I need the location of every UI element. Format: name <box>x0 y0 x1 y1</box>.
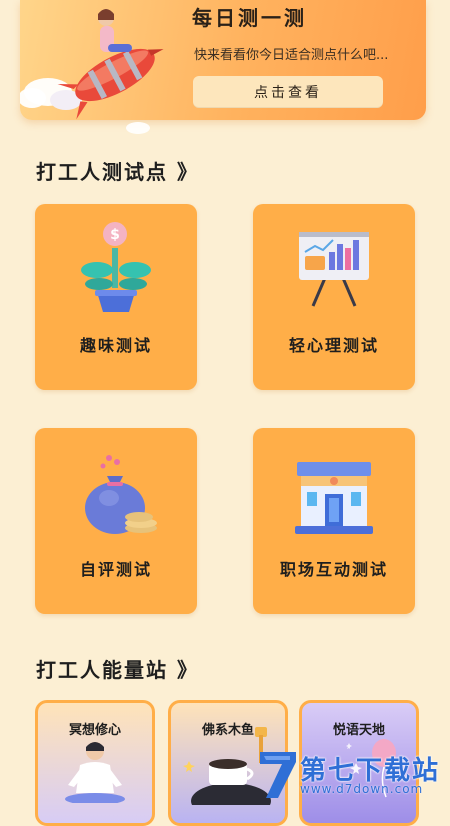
card-label: 自评测试 <box>79 560 152 579</box>
card-self-test[interactable]: 自评测试 <box>35 428 197 614</box>
money-bag-icon <box>85 455 157 534</box>
banner-subtitle: 快来看看你今日适合测点什么吧... <box>194 48 389 63</box>
chart-board-icon <box>299 232 369 307</box>
site-watermark: 第七下载站 www.d7down.com <box>256 748 450 800</box>
section-title-tests: 打工人测试点 》 <box>36 160 199 184</box>
meditation-icon <box>65 742 125 803</box>
rocket-girl-icon <box>20 9 164 134</box>
card-psych-test[interactable]: 轻心理测试 <box>253 204 415 390</box>
card-fun-test[interactable]: $ 趣味测试 <box>35 204 197 390</box>
office-building-icon <box>295 462 373 534</box>
money-plant-icon: $ <box>81 222 151 312</box>
card-label: 职场互动测试 <box>279 560 388 579</box>
card-label: 趣味测试 <box>79 336 152 355</box>
energy-card-label: 冥想修心 <box>68 723 121 738</box>
svg-text:$: $ <box>110 227 120 243</box>
energy-card-label: 悦语天地 <box>332 723 385 738</box>
daily-test-banner[interactable]: 每日测一测 快来看看你今日适合测点什么吧... 点击查看 <box>20 0 426 134</box>
energy-card-meditation[interactable]: 冥想修心 <box>35 700 155 826</box>
view-button[interactable]: 点击查看 <box>193 76 383 108</box>
card-label: 轻心理测试 <box>288 336 379 355</box>
d7-logo-icon <box>260 752 296 798</box>
watermark-url: www.d7down.com <box>300 782 424 796</box>
banner-title: 每日测一测 <box>192 6 307 30</box>
card-workplace-test[interactable]: 职场互动测试 <box>253 428 415 614</box>
section-title-energy: 打工人能量站 》 <box>36 658 199 682</box>
